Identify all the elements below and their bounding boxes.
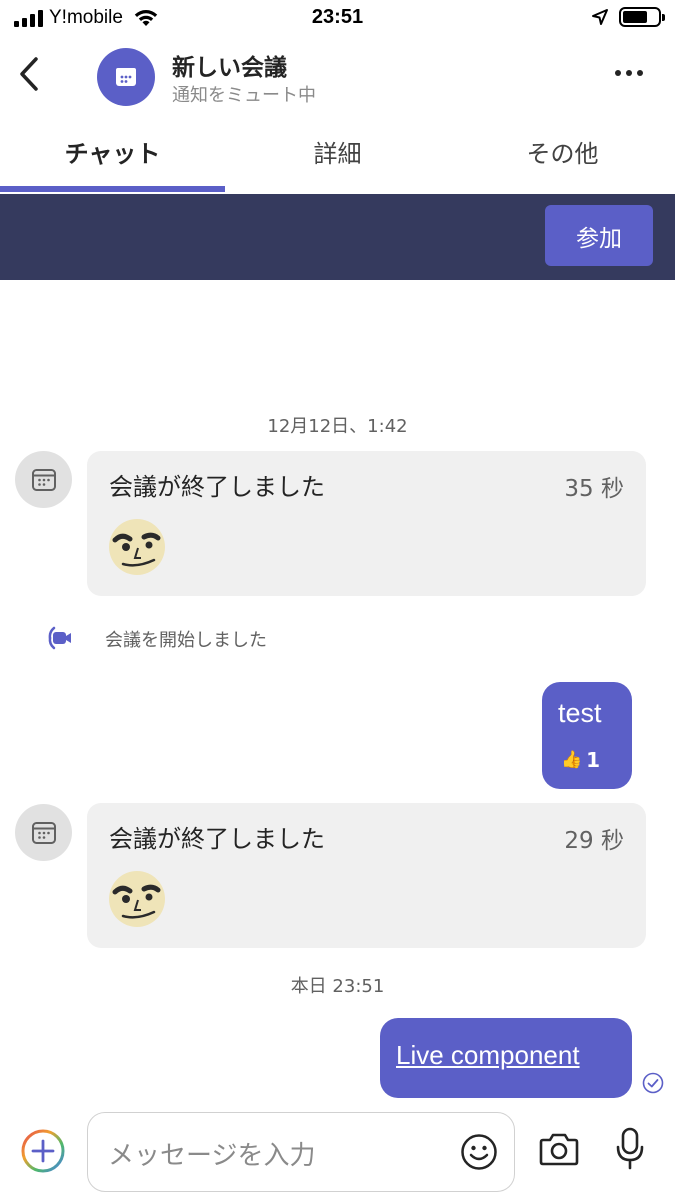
meeting-ended-card[interactable]: 会議が終了しました 29 秒 — [87, 803, 646, 948]
emoji-button[interactable] — [460, 1133, 498, 1171]
join-button[interactable]: 参加 — [545, 205, 653, 266]
participant-avatar-icon[interactable] — [108, 518, 166, 576]
chat-header: 新しい会議 通知をミュート中 — [0, 38, 675, 114]
chat-title[interactable]: 新しい会議 — [172, 48, 287, 82]
back-button[interactable] — [12, 52, 46, 96]
add-attachment-button[interactable] — [20, 1128, 66, 1174]
message-text: test — [558, 698, 602, 728]
meeting-system-avatar — [15, 451, 72, 508]
date-separator: 12月12日、1:42 — [267, 416, 408, 437]
my-message-bubble[interactable]: test 👍 1 — [542, 682, 632, 789]
more-dot — [626, 70, 632, 76]
tab-bar: チャット 詳細 その他 — [0, 118, 675, 192]
location-arrow-icon — [592, 9, 608, 25]
participant-avatar-icon[interactable] — [108, 870, 166, 928]
meeting-duration: 29 秒 — [564, 828, 624, 854]
status-bar: Y!mobile 23:51 — [0, 0, 675, 38]
join-banner: 参加 — [0, 194, 675, 280]
meeting-started-text: 会議を開始しました — [105, 630, 267, 651]
reaction-count: 1 — [586, 748, 601, 772]
tab-chat[interactable]: チャット — [0, 118, 225, 192]
more-dot — [637, 70, 643, 76]
live-component-link[interactable]: Live component — [396, 1040, 580, 1071]
message-input[interactable]: メッセージを入力 — [87, 1112, 515, 1192]
status-time: 23:51 — [311, 6, 364, 28]
more-options-button[interactable] — [613, 64, 645, 82]
date-separator: 本日 23:51 — [290, 976, 385, 997]
calendar-icon — [31, 821, 56, 844]
meeting-ended-card[interactable]: 会議が終了しました 35 秒 — [87, 451, 646, 596]
meeting-started-event: 会議を開始しました — [0, 620, 675, 654]
thumbs-up-icon: 👍 — [561, 750, 583, 770]
video-call-icon — [48, 626, 71, 650]
tab-more[interactable]: その他 — [450, 118, 675, 192]
meeting-system-avatar — [15, 804, 72, 861]
chat-subtitle: 通知をミュート中 — [172, 85, 316, 106]
calendar-icon — [31, 468, 56, 491]
status-right — [591, 7, 665, 27]
like-reaction[interactable]: 👍 1 — [561, 748, 600, 772]
message-input-placeholder: メッセージを入力 — [108, 1141, 316, 1171]
chevron-left-icon — [20, 57, 38, 91]
sent-check-icon — [642, 1072, 664, 1094]
more-dot — [615, 70, 621, 76]
meeting-duration: 35 秒 — [564, 476, 624, 502]
live-component-message[interactable]: Live component — [380, 1018, 632, 1098]
meeting-ended-title: 会議が終了しました — [109, 473, 325, 501]
calendar-icon — [116, 68, 136, 86]
battery-icon — [619, 7, 665, 27]
meeting-avatar[interactable] — [97, 48, 155, 106]
tab-details[interactable]: 詳細 — [225, 118, 450, 192]
camera-button[interactable] — [538, 1130, 580, 1168]
message-composer: メッセージを入力 — [0, 1110, 675, 1200]
microphone-button[interactable] — [614, 1126, 646, 1172]
meeting-ended-title: 会議が終了しました — [109, 825, 325, 853]
